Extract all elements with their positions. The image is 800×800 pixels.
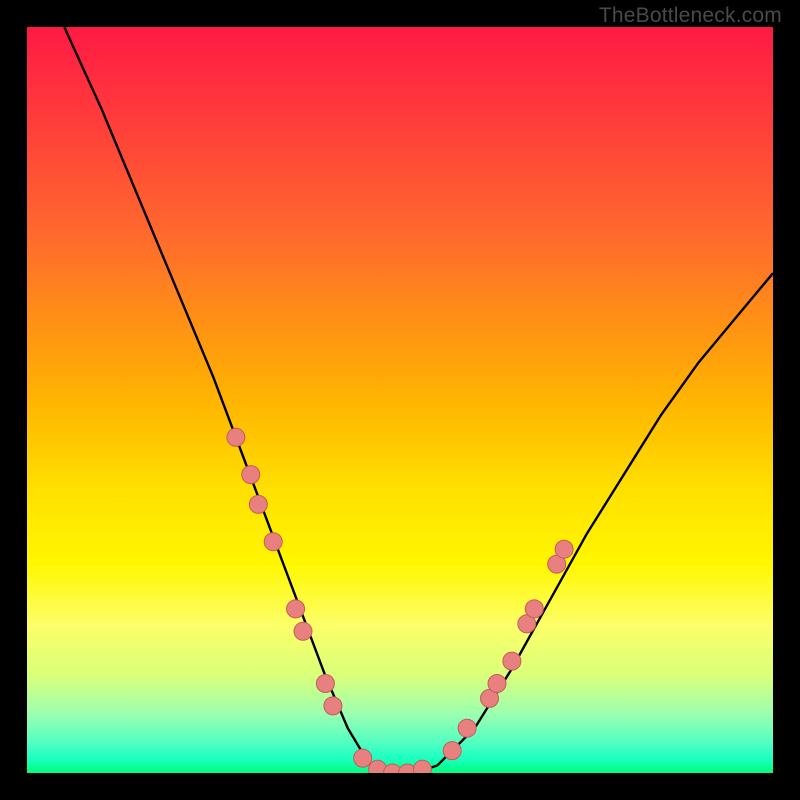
- data-marker: [324, 697, 342, 715]
- data-marker: [316, 675, 334, 693]
- data-marker: [443, 742, 461, 760]
- data-marker: [503, 652, 521, 670]
- data-marker: [525, 600, 543, 618]
- data-markers: [227, 428, 573, 773]
- bottleneck-curve: [64, 27, 773, 773]
- data-marker: [294, 622, 312, 640]
- data-marker: [458, 719, 476, 737]
- data-marker: [287, 600, 305, 618]
- chart-overlay: [27, 27, 773, 773]
- plot-area: [27, 27, 773, 773]
- data-marker: [413, 760, 431, 773]
- watermark-text: TheBottleneck.com: [599, 4, 782, 28]
- data-marker: [227, 428, 245, 446]
- data-marker: [264, 533, 282, 551]
- data-marker: [354, 749, 372, 767]
- data-marker: [488, 675, 506, 693]
- data-marker: [249, 495, 267, 513]
- chart-frame: TheBottleneck.com: [0, 0, 800, 800]
- data-marker: [242, 466, 260, 484]
- data-marker: [555, 540, 573, 558]
